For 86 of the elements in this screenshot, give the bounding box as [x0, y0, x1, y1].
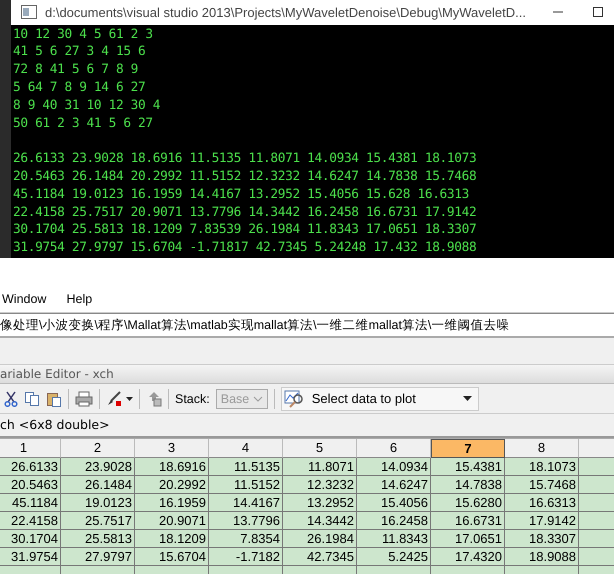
table-cell: 5.2425: [357, 548, 431, 566]
column-header[interactable]: 1: [0, 439, 61, 458]
table-cell: 17.9142: [505, 512, 579, 530]
table-cell: 11.8343: [357, 530, 431, 548]
console-line: 72 8 41 5 6 7 8 9: [13, 62, 138, 78]
caret-icon[interactable]: [126, 396, 133, 400]
column-header[interactable]: 5: [283, 439, 357, 458]
brush-icon[interactable]: [106, 390, 124, 406]
table-cell: 19.0123: [61, 494, 135, 512]
table-cell: 15.4056: [357, 494, 431, 512]
copy-icon[interactable]: [24, 390, 40, 406]
table-cell: 25.5813: [61, 530, 135, 548]
paste-icon[interactable]: [46, 390, 62, 406]
column-header[interactable]: 3: [135, 439, 209, 458]
table-cell: 20.2992: [135, 476, 209, 494]
window-title: d:\documents\visual studio 2013\Projects\MyWaveletDenoise\Debug\MyWaveletD...: [45, 4, 527, 20]
console-line: 5 64 7 8 9 14 6 27: [13, 80, 146, 96]
console-line: 20.5463 26.1484 20.2992 11.5152 12.3232 14.6247 14.7838 15.7468: [13, 169, 476, 184]
table-cell: 15.4381: [431, 458, 505, 476]
table-cell: 13.2952: [283, 494, 357, 512]
table-cell: 7.8354: [209, 530, 283, 548]
table-cell: 25.7517: [61, 512, 135, 530]
table-cell: 14.7838: [431, 476, 505, 494]
table-cell: 14.3442: [283, 512, 357, 530]
console-line: 26.6133 23.9028 18.6916 11.5135 11.8071 14.0934 15.4381 18.1073: [13, 151, 476, 166]
column-header[interactable]: 4: [209, 439, 283, 458]
table-cell: 42.7345: [283, 548, 357, 566]
table-cell: 18.9088: [505, 548, 579, 566]
console-line: 8 9 40 31 10 12 30 4: [13, 98, 160, 113]
chevron-icon: [253, 396, 264, 402]
console-line: 10 12 30 4 5 61 2 3: [13, 26, 153, 42]
table-cell: 16.1959: [135, 494, 209, 512]
panel-title: ariable Editor - xch: [0, 367, 114, 381]
table-cell: 16.2458: [357, 512, 431, 530]
table-cell: 17.0651: [431, 530, 505, 548]
column-header[interactable]: 2: [61, 439, 135, 458]
table-cell: 18.1209: [135, 530, 209, 548]
console-window-icon: [21, 5, 37, 20]
table-cell: 14.4167: [209, 494, 283, 512]
table-cell: 11.8071: [283, 458, 357, 476]
table-cell: 23.9028: [61, 458, 135, 476]
console-line: 41 5 6 27 3 4 15 6: [13, 44, 146, 60]
menu-item[interactable]: Window: [2, 292, 46, 306]
console-line: 31.9754 27.9797 15.6704 -1.71817 42.7345 5.24248 17.432 18.9088: [13, 240, 476, 256]
console-line: 45.1184 19.0123 16.1959 14.4167 13.2952 15.4056 15.628 16.6313: [13, 186, 469, 202]
table-cell: 12.3232: [283, 476, 357, 494]
column-header[interactable]: 8: [505, 439, 579, 458]
table-cell: 18.6916: [135, 458, 209, 476]
cut-icon[interactable]: [4, 390, 18, 406]
console-line: 22.4158 25.7517 20.9071 13.7796 14.3442 16.2458 16.6731 17.9142: [13, 204, 476, 220]
column-header[interactable]: 6: [357, 439, 431, 458]
table-cell: 14.0934: [357, 458, 431, 476]
table-cell: 20.5463: [0, 476, 61, 494]
table-cell: 26.1484: [61, 476, 135, 494]
table-cell: 31.9754: [0, 548, 61, 566]
table-cell: 15.7468: [505, 476, 579, 494]
maximize-icon[interactable]: [592, 6, 604, 18]
table-cell: -1.7182: [209, 548, 283, 566]
table-cell: 11.5135: [209, 458, 283, 476]
table-cell: 26.1984: [283, 530, 357, 548]
table-cell: 16.6313: [505, 494, 579, 512]
table-cell: 45.1184: [0, 494, 61, 512]
table-cell: 26.6133: [0, 458, 61, 476]
minimize-icon[interactable]: [552, 11, 564, 14]
variable-info: ch <6x8 double>: [0, 417, 110, 432]
table-cell: 27.9797: [61, 548, 135, 566]
table-cell: 16.6731: [431, 512, 505, 530]
table-cell: 18.3307: [505, 530, 579, 548]
plot-selector-button[interactable]: Select data to plot: [280, 386, 479, 410]
column-header[interactable]: 7: [431, 439, 505, 458]
table-cell: 13.7796: [209, 512, 283, 530]
console-line: 50 61 2 3 41 5 6 27: [13, 116, 153, 131]
caret-icon: [462, 396, 472, 401]
stack-label: Stack:: [175, 392, 210, 406]
table-cell: 14.6247: [357, 476, 431, 494]
table-cell: 18.1073: [505, 458, 579, 476]
table-cell: 22.4158: [0, 512, 61, 530]
console-line: 30.1704 25.5813 18.1209 7.83539 26.1984 11.8343 17.0651 18.3307: [13, 222, 476, 238]
table-cell: 11.5152: [209, 476, 283, 494]
table-cell: 15.6704: [135, 548, 209, 566]
menu-item[interactable]: Help: [66, 292, 92, 306]
table-cell: 30.1704: [0, 530, 61, 548]
table-cell: 15.6280: [431, 494, 505, 512]
table-cell: 20.9071: [135, 512, 209, 530]
table-cell: 17.4320: [431, 548, 505, 566]
print-icon[interactable]: [75, 390, 93, 406]
